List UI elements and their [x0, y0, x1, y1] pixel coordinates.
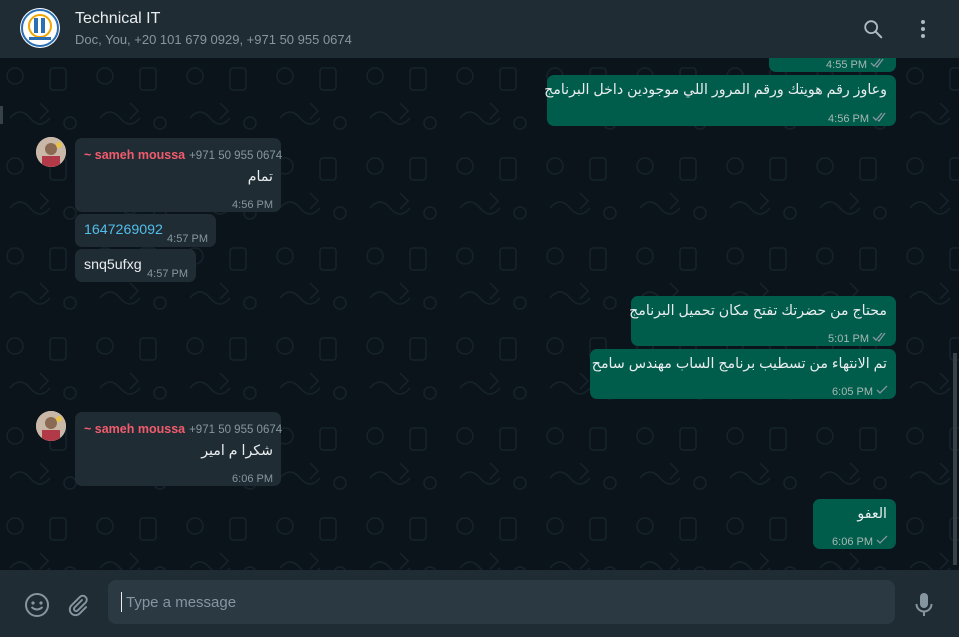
- message-text: شكرا م امير: [201, 443, 273, 459]
- message-bubble-outgoing[interactable]: محتاج من حضرتك تفتح مكان تحميل البرنامج …: [629, 296, 896, 349]
- more-vertical-icon[interactable]: [908, 14, 938, 44]
- message-time: 4:57 PM: [167, 233, 208, 245]
- message-time: 5:01 PM: [828, 333, 869, 345]
- sender-avatar[interactable]: [36, 137, 66, 167]
- message-time: 6:05 PM: [832, 386, 873, 398]
- paperclip-icon[interactable]: [63, 590, 93, 620]
- chat-participants[interactable]: Doc, You, +20 101 679 0929, +971 50 955 …: [75, 32, 352, 47]
- message-time: 4:56 PM: [232, 199, 273, 211]
- search-icon[interactable]: [858, 14, 888, 44]
- message-text: وعاوز رقم هويتك ورقم المرور اللي موجودين…: [544, 82, 887, 98]
- sender-avatar[interactable]: [36, 411, 66, 441]
- message-text: العفو: [857, 506, 887, 522]
- check-icon: [876, 533, 888, 552]
- sender-phone[interactable]: +971 50 955 0674: [189, 150, 282, 162]
- message-bubble-incoming[interactable]: 1647269092 4:57 PM: [75, 214, 216, 247]
- message-text: تم الانتهاء من تسطيب برنامج الساب مهندس …: [591, 356, 887, 372]
- sender-phone[interactable]: +971 50 955 0674: [189, 424, 282, 436]
- double-check-icon: [870, 58, 886, 75]
- message-time: 6:06 PM: [832, 536, 873, 548]
- left-edge-marker: [0, 106, 3, 124]
- message-bubble-incoming[interactable]: ~ sameh moussa +971 50 955 0674 تمام 4:56…: [75, 138, 282, 212]
- message-bubble-incoming[interactable]: snq5ufxg 4:57 PM: [75, 249, 196, 282]
- sender-name[interactable]: ~ sameh moussa: [84, 422, 185, 436]
- check-icon: [876, 383, 888, 402]
- message-link[interactable]: 1647269092: [84, 221, 163, 240]
- message-bubble-outgoing[interactable]: وعاوز رقم هويتك ورقم المرور اللي موجودين…: [544, 75, 896, 129]
- group-avatar[interactable]: [20, 8, 60, 48]
- scrollbar-thumb[interactable]: [953, 353, 957, 565]
- double-check-icon: [872, 110, 888, 129]
- message-bubble-incoming[interactable]: ~ sameh moussa +971 50 955 0674 شكرا م ام…: [75, 412, 282, 486]
- message-time: 6:06 PM: [232, 473, 273, 485]
- message-input-box[interactable]: [108, 580, 895, 624]
- message-time: 4:56 PM: [828, 113, 869, 125]
- message-time: 4:55 PM: [826, 59, 867, 71]
- chat-title[interactable]: Technical IT: [75, 10, 160, 28]
- message-bubble-outgoing[interactable]: تم الانتهاء من تسطيب برنامج الساب مهندس …: [590, 349, 896, 399]
- sender-name[interactable]: ~ sameh moussa: [84, 148, 185, 162]
- message-text: محتاج من حضرتك تفتح مكان تحميل البرنامج: [629, 303, 887, 319]
- message-time: 4:57 PM: [147, 268, 188, 280]
- message-text: snq5ufxg: [84, 257, 142, 273]
- message-text: تمام: [247, 169, 273, 185]
- emoji-icon[interactable]: [22, 590, 52, 620]
- microphone-icon[interactable]: [909, 590, 939, 620]
- message-list[interactable]: 4:55 PM وعاوز رقم هويتك ورقم المرور اللي…: [0, 58, 959, 570]
- message-input[interactable]: [126, 580, 886, 624]
- double-check-icon: [872, 330, 888, 349]
- message-bubble-outgoing[interactable]: العفو 6:06 PM: [813, 499, 896, 549]
- chat-header[interactable]: Technical IT Doc, You, +20 101 679 0929,…: [0, 0, 959, 58]
- composer-bar: [0, 570, 959, 637]
- message-bubble-outgoing[interactable]: 4:55 PM: [769, 58, 896, 72]
- text-caret: [121, 592, 122, 612]
